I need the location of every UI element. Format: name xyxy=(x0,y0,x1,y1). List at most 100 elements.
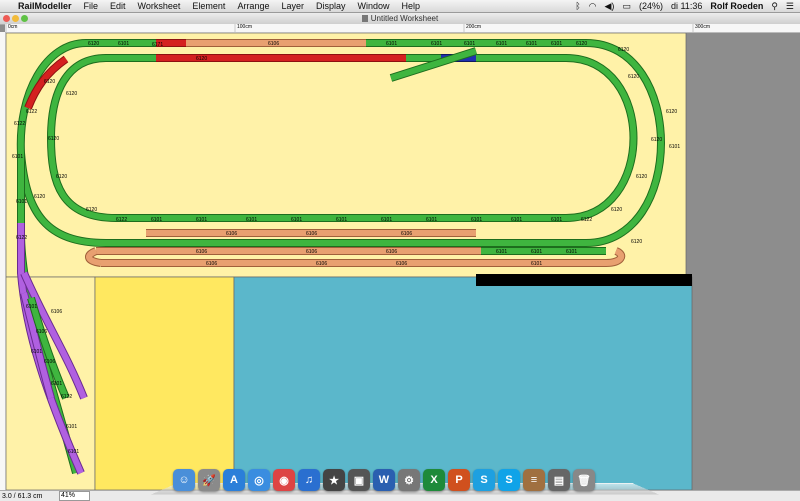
trash-icon[interactable]: 🗑 xyxy=(573,469,595,491)
itunes-icon[interactable]: ♫ xyxy=(298,469,320,491)
documents-icon[interactable]: ▤ xyxy=(548,469,570,491)
track-label: 6101 xyxy=(118,41,129,47)
track-label: 6106 xyxy=(36,329,47,335)
skype-express-icon[interactable]: S xyxy=(473,469,495,491)
track-label: 6122 xyxy=(16,235,27,241)
dock: ☺ 🚀 A ◎ ◉ ♫ ★ ▣ W ⚙ X P S S ≡ ▤ 🗑 xyxy=(151,463,659,495)
track-label: 6106 xyxy=(386,249,397,255)
menu-layer[interactable]: Layer xyxy=(281,1,304,11)
user-name[interactable]: Rolf Roeden xyxy=(710,1,763,11)
track-label: 6120 xyxy=(631,239,642,245)
menu-element[interactable]: Element xyxy=(192,1,225,11)
iphoto-icon[interactable]: ▣ xyxy=(348,469,370,491)
bluetooth-icon[interactable]: ᛒ xyxy=(575,1,580,11)
imovie-icon[interactable]: ★ xyxy=(323,469,345,491)
track-label: 6101 xyxy=(669,144,680,150)
track-label: 6120 xyxy=(636,174,647,180)
track-label: 6101 xyxy=(12,154,23,160)
document-icon xyxy=(361,15,368,22)
track-label: 6120 xyxy=(66,91,77,97)
ruler-label-300: 300cm xyxy=(695,24,711,30)
track-label: 6101 xyxy=(426,217,437,223)
track-label: 6101 xyxy=(386,41,397,47)
track-label: 6101 xyxy=(291,217,302,223)
spotlight-icon[interactable]: ⚲ xyxy=(771,1,778,12)
black-strip xyxy=(476,274,692,286)
track-label: 6122 xyxy=(26,109,37,115)
battery-icon[interactable]: ▭ xyxy=(622,1,631,12)
chrome-icon[interactable]: ◉ xyxy=(273,469,295,491)
track-label: 6101 xyxy=(531,261,542,267)
launchpad-icon[interactable]: 🚀 xyxy=(198,469,220,491)
volume-icon[interactable]: ◀) xyxy=(605,1,615,12)
track-label: 6101 xyxy=(151,217,162,223)
track-label: 6106 xyxy=(316,261,327,267)
track-label: 6101 xyxy=(526,41,537,47)
track-label: 6101 xyxy=(246,217,257,223)
track-label: 6101 xyxy=(336,217,347,223)
powerpoint-icon[interactable]: P xyxy=(448,469,470,491)
track-label: 6101 xyxy=(551,217,562,223)
track-label: 6101 xyxy=(496,41,507,47)
track-label: 6122 xyxy=(14,121,25,127)
word-icon[interactable]: W xyxy=(373,469,395,491)
notification-icon[interactable]: ☰ xyxy=(786,1,794,12)
track-label: 6101 xyxy=(431,41,442,47)
ruler-label-200: 200cm xyxy=(466,24,482,30)
track-label: 6106 xyxy=(401,231,412,237)
finder-icon[interactable]: ☺ xyxy=(173,469,195,491)
track-label: 6122 xyxy=(116,217,127,223)
menu-worksheet[interactable]: Worksheet xyxy=(138,1,181,11)
track-label: 6120 xyxy=(86,207,97,213)
track-label: 6120 xyxy=(611,207,622,213)
menu-file[interactable]: File xyxy=(84,1,99,11)
app-store-icon[interactable]: A xyxy=(223,469,245,491)
track-label: 6101 xyxy=(551,41,562,47)
track-label: 6120 xyxy=(576,41,587,47)
teal-board[interactable] xyxy=(233,276,693,490)
track-label: 6101 xyxy=(16,199,27,205)
wifi-icon[interactable]: ◠ xyxy=(589,1,597,12)
track-label: 6101 xyxy=(26,304,37,310)
app-menu[interactable]: RailModeller xyxy=(18,1,72,11)
dock-icons: ☺ 🚀 A ◎ ◉ ♫ ★ ▣ W ⚙ X P S S ≡ ▤ 🗑 xyxy=(173,463,637,491)
track-label: 6120 xyxy=(44,79,55,85)
track-label: 6120 xyxy=(34,194,45,200)
menu-arrange[interactable]: Arrange xyxy=(237,1,269,11)
track-label: 6120 xyxy=(666,109,677,115)
menu-help[interactable]: Help xyxy=(402,1,421,11)
track-label: 6120 xyxy=(628,74,639,80)
track-label: 6120 xyxy=(88,41,99,47)
track-label: 6106 xyxy=(51,309,62,315)
layout-drawing[interactable]: 6120 6101 6171 6120 6106 6101 6101 6101 … xyxy=(6,33,800,490)
track-label: 6101 xyxy=(51,381,62,387)
track-label: 6122 xyxy=(61,394,72,400)
track-label: 6106 xyxy=(396,261,407,267)
menu-edit[interactable]: Edit xyxy=(110,1,126,11)
track-label: 6120 xyxy=(651,137,662,143)
track-label: 6122 xyxy=(581,217,592,223)
window-title: Untitled Worksheet xyxy=(0,13,800,24)
railmodeller-icon[interactable]: ≡ xyxy=(523,469,545,491)
worksheet-canvas[interactable]: 6120 6101 6171 6120 6106 6101 6101 6101 … xyxy=(6,33,800,490)
middle-board[interactable] xyxy=(94,276,235,490)
track-label: 6106 xyxy=(206,261,217,267)
track-label: 6101 xyxy=(566,249,577,255)
excel-icon[interactable]: X xyxy=(423,469,445,491)
track-label: 6120 xyxy=(48,136,59,142)
ruler-label-0: 0cm xyxy=(8,24,18,30)
preferences-icon[interactable]: ⚙ xyxy=(398,469,420,491)
clock[interactable]: di 11:36 xyxy=(671,1,702,11)
menu-display[interactable]: Display xyxy=(316,1,346,11)
track-label: 6101 xyxy=(381,217,392,223)
track-label: 6106 xyxy=(44,359,55,365)
track-label: 6120 xyxy=(618,47,629,53)
menu-window[interactable]: Window xyxy=(358,1,390,11)
horizontal-ruler: 0cm 100cm 200cm 300cm xyxy=(5,24,800,33)
track-label: 6101 xyxy=(68,449,79,455)
skype-icon[interactable]: S xyxy=(498,469,520,491)
track-label: 6101 xyxy=(31,349,42,355)
track-label: 6101 xyxy=(196,217,207,223)
safari-icon[interactable]: ◎ xyxy=(248,469,270,491)
track-label: 6101 xyxy=(511,217,522,223)
